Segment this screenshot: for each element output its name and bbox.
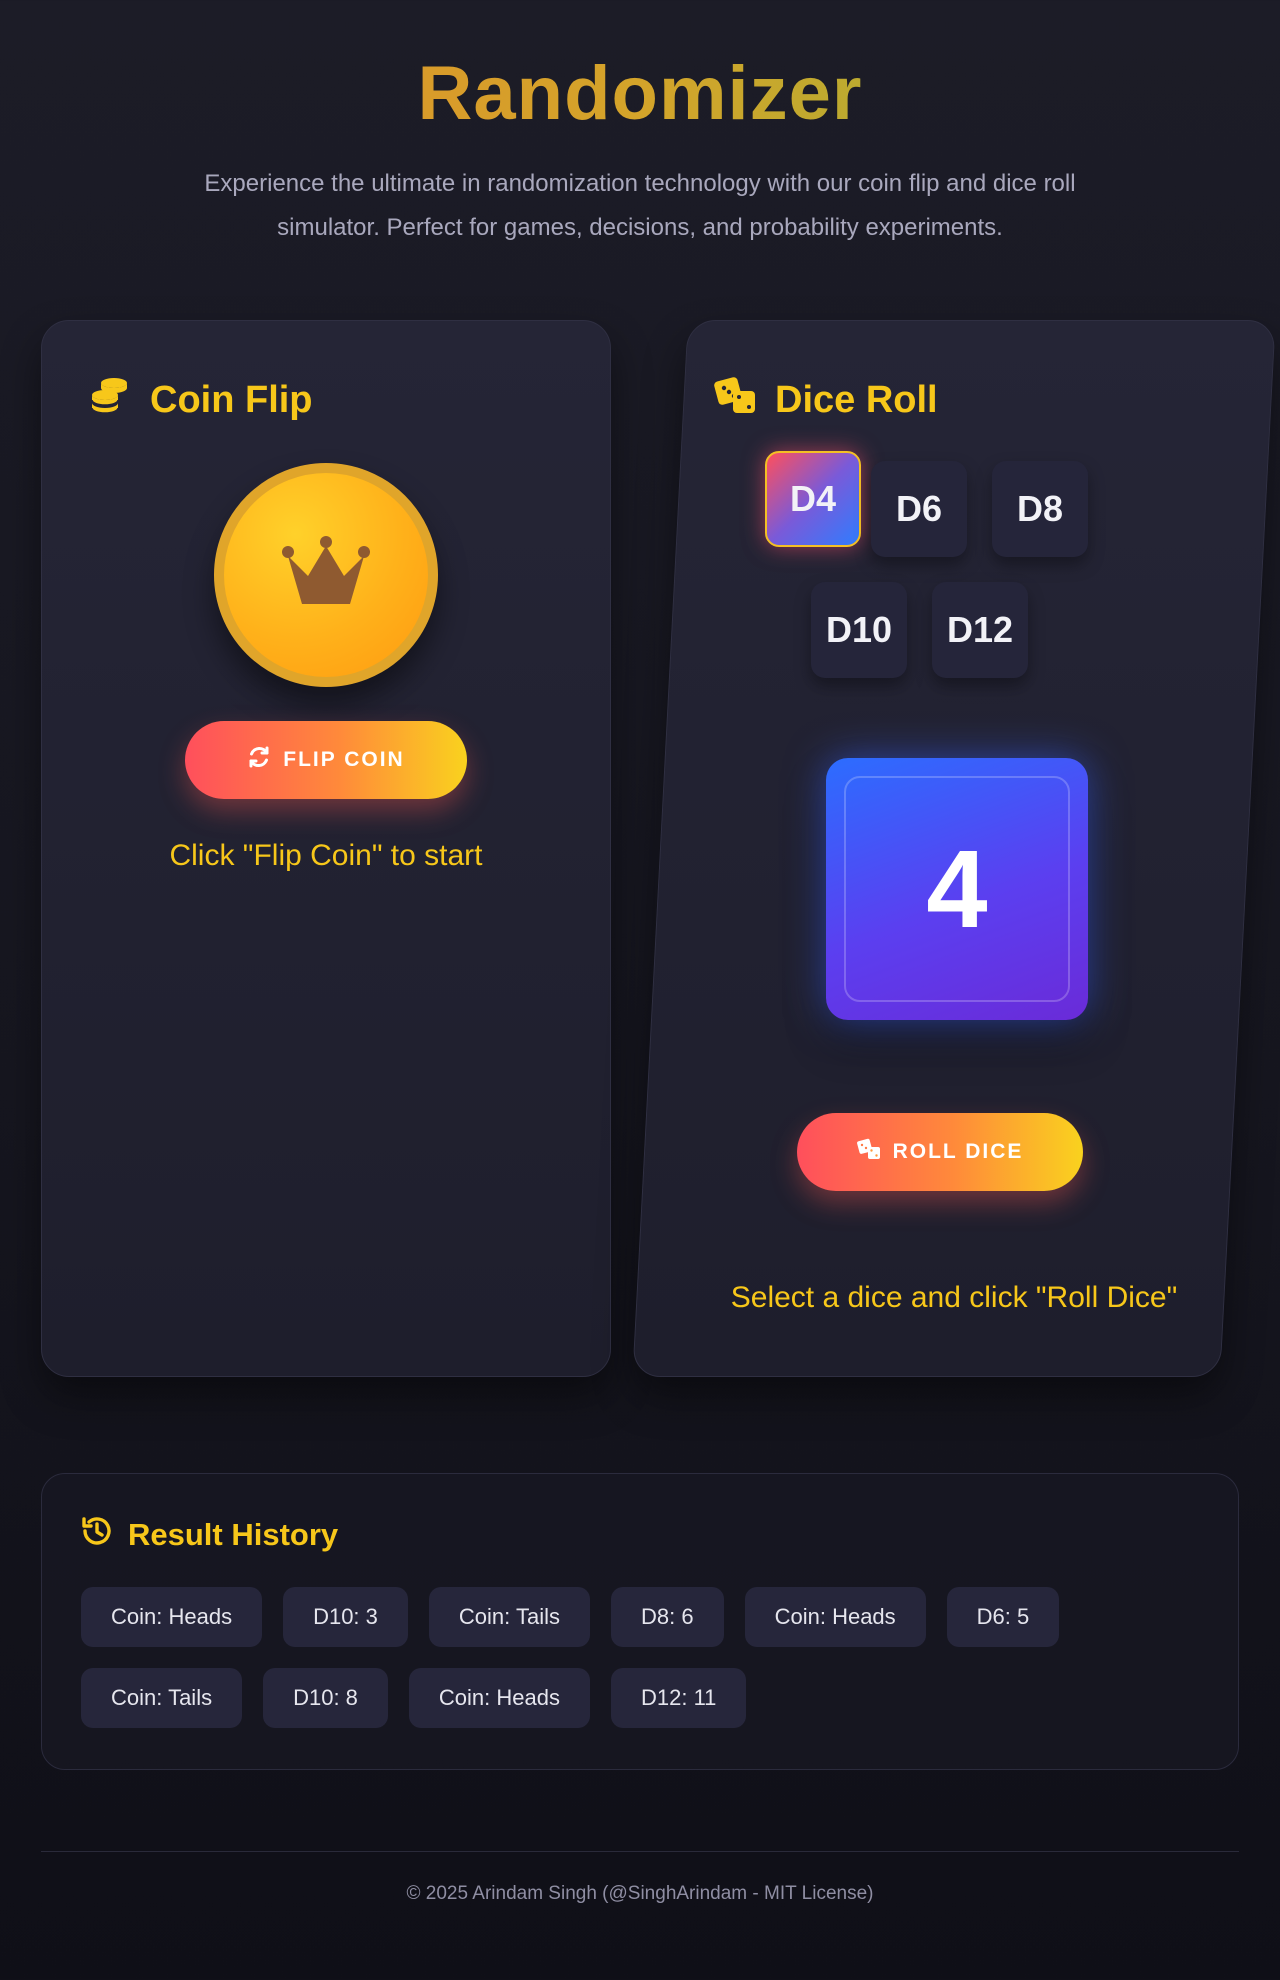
roll-dice-button[interactable]: ROLL DICE: [797, 1113, 1083, 1191]
crown-icon: [278, 534, 374, 617]
history-icon: [80, 1514, 114, 1556]
dice-option-d12[interactable]: D12: [932, 582, 1028, 678]
history-chip: D10: 3: [283, 1587, 408, 1647]
history-chip: D8: 6: [611, 1587, 724, 1647]
history-chip: Coin: Tails: [81, 1668, 243, 1728]
history-chip: Coin: Heads: [408, 1668, 590, 1728]
roll-dice-label: ROLL DICE: [892, 1140, 1024, 1163]
dice-status-text: Select a dice and click "Roll Dice": [730, 1281, 1178, 1314]
history-list: Coin: Heads D10: 3 Coin: Tails D8: 6 Coi…: [81, 1587, 1201, 1728]
coins-icon: [88, 373, 132, 427]
dice-roll-title: Dice Roll: [775, 378, 938, 421]
footer-divider: [41, 1851, 1239, 1852]
dice-option-d10[interactable]: D10: [811, 582, 907, 678]
page-subtitle: Experience the ultimate in randomization…: [204, 170, 1076, 241]
dice-result-face: 4: [826, 758, 1088, 1020]
refresh-icon: [247, 745, 271, 775]
dice-option-d4[interactable]: D4: [765, 451, 861, 547]
coin-status-text: Click "Flip Coin" to start: [169, 839, 483, 872]
coin-flip-title: Coin Flip: [150, 378, 313, 421]
result-history-heading: Result History: [80, 1514, 338, 1556]
history-chip: Coin: Tails: [428, 1587, 590, 1647]
result-history-title: Result History: [128, 1517, 339, 1552]
dice-icon: [856, 1137, 881, 1167]
page-title: Randomizer: [0, 50, 1280, 137]
dice-option-d6[interactable]: D6: [871, 461, 967, 557]
history-chip: Coin: Heads: [81, 1587, 263, 1647]
history-chip: D12: 11: [611, 1668, 747, 1728]
coin-flip-heading: Coin Flip: [88, 373, 313, 427]
history-chip: D6: 5: [946, 1587, 1060, 1647]
flip-coin-label: FLIP COIN: [283, 748, 405, 771]
dice-icon: [713, 373, 757, 427]
dice-option-d8[interactable]: D8: [992, 461, 1088, 557]
history-chip: Coin: Heads: [744, 1587, 926, 1647]
coin-flip-card: Coin Flip FLIP COIN Click "Flip Coin" to…: [41, 320, 611, 1377]
history-chip: D10: 8: [263, 1668, 388, 1728]
dice-roll-heading: Dice Roll: [713, 373, 938, 427]
dice-roll-card: Dice Roll D4 D6 D8 D10 D12 4 ROLL DICE S…: [632, 320, 1276, 1377]
flip-coin-button[interactable]: FLIP COIN: [185, 721, 467, 799]
dice-result-value: 4: [926, 827, 988, 951]
coin[interactable]: [214, 463, 438, 687]
footer-text: © 2025 Arindam Singh (@SinghArindam - MI…: [406, 1883, 874, 1904]
result-history-panel: Result History Coin: Heads D10: 3 Coin: …: [41, 1473, 1239, 1770]
